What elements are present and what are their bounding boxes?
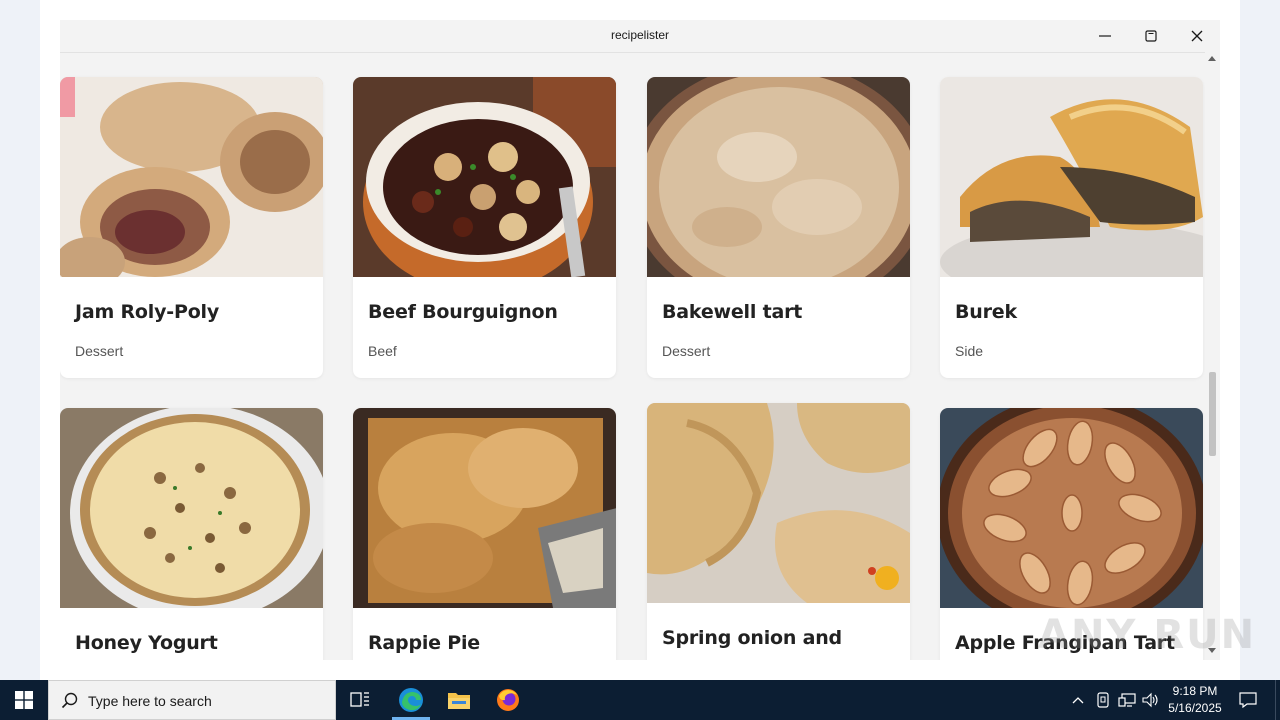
close-icon [1191,30,1203,42]
notification-icon [1239,692,1257,708]
folder-icon [448,693,470,709]
show-desktop-button[interactable] [1275,680,1280,720]
recipe-category: Beef [368,343,397,359]
recipe-name: Burek [955,301,1017,323]
volume-tray-button[interactable] [1140,680,1162,720]
speaker-icon [1142,692,1158,708]
recipe-name: Jam Roly-Poly [75,301,220,323]
close-button[interactable] [1174,20,1220,52]
recipe-name: Beef Bourguignon [368,301,558,323]
maximize-button[interactable] [1128,20,1174,52]
recipe-image [647,77,910,277]
recipe-card[interactable]: Burek Side [940,77,1203,378]
recipe-image [940,77,1203,277]
recipe-name: Bakewell tart [662,301,803,323]
recipe-card[interactable]: Bakewell tart Dessert [647,77,910,378]
device-icon [1097,692,1109,708]
recipe-category: Dessert [75,343,124,359]
taskbar-search[interactable]: Type here to search [48,680,336,720]
window-title: recipelister [610,28,670,42]
show-hidden-icons-button[interactable] [1068,680,1088,720]
task-view-icon [350,692,369,707]
recipe-name: Spring onion and [662,627,842,649]
task-view-button[interactable] [336,680,384,720]
recipe-image [60,408,323,608]
app-window: recipelister Jam Roly-Poly Dessert Beef … [60,20,1220,660]
recipe-image [60,77,323,277]
clock-time: 9:18 PM [1172,684,1218,698]
notifications-button[interactable] [1236,680,1260,720]
network-icon [1118,693,1136,707]
recipe-image [647,403,910,603]
search-placeholder: Type here to search [88,693,212,709]
recipe-card[interactable]: Rappie Pie [353,408,616,660]
firefox-taskbar-button[interactable] [484,680,532,720]
recipe-name: Rappie Pie [368,632,480,654]
recipe-card[interactable]: Beef Bourguignon Beef [353,77,616,378]
recipe-grid: Jam Roly-Poly Dessert Beef Bourguignon B… [60,52,1220,660]
recipe-image [353,77,616,277]
recipe-name: Honey Yogurt [75,632,218,654]
divider [60,52,1205,53]
recipe-image [940,408,1203,608]
start-button[interactable] [0,680,48,720]
edge-taskbar-button[interactable] [387,680,435,720]
scrollbar-thumb[interactable] [1209,372,1216,456]
network-tray-button[interactable] [1116,680,1138,720]
firefox-icon [497,689,519,711]
recipe-category: Dessert [662,343,711,359]
windows-logo-icon [15,691,33,709]
recipe-card[interactable]: Spring onion and [647,403,910,660]
minimize-button[interactable] [1082,20,1128,52]
taskbar: Type here to search 9:18 PM 5/16/2025 [0,680,1280,720]
title-bar[interactable]: recipelister [60,20,1220,52]
recipe-card[interactable]: Honey Yogurt [60,408,323,660]
scroll-up-icon[interactable] [1208,56,1216,61]
vertical-scrollbar[interactable] [1205,52,1220,660]
recipe-category: Side [955,343,984,359]
clock-date: 5/16/2025 [1168,701,1222,715]
recipe-image [353,408,616,608]
recipe-card[interactable]: Jam Roly-Poly Dessert [60,77,323,378]
chevron-up-icon [1072,697,1084,704]
device-tray-button[interactable] [1093,680,1113,720]
edge-icon [399,688,423,712]
minimize-icon [1099,35,1111,37]
file-explorer-button[interactable] [435,680,483,720]
watermark: ANY RUN [1038,612,1257,658]
maximize-icon [1145,30,1157,42]
taskbar-clock[interactable]: 9:18 PM 5/16/2025 [1160,683,1230,717]
search-icon [61,692,78,709]
